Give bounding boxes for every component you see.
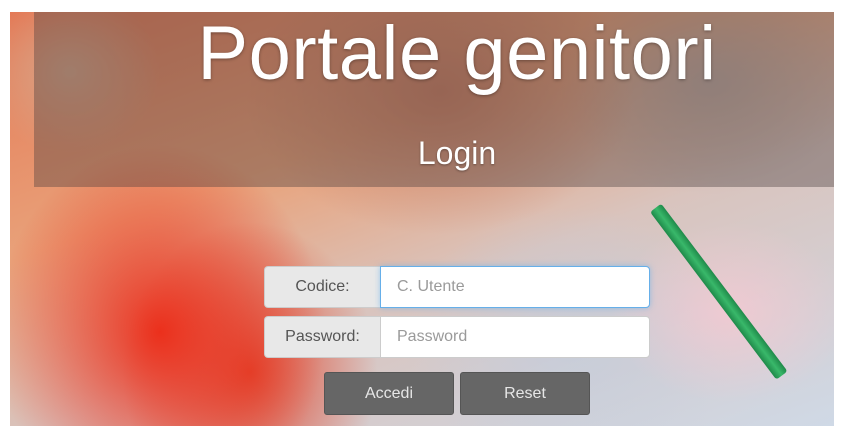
codice-label: Codice:: [264, 266, 380, 308]
codice-field-group: Codice:: [264, 266, 650, 308]
page-subtitle: Login: [417, 135, 497, 171]
password-input[interactable]: [380, 316, 650, 358]
page-title: Portale genitori: [197, 11, 717, 96]
codice-input[interactable]: [380, 266, 650, 308]
accedi-button[interactable]: Accedi: [324, 372, 454, 415]
password-label: Password:: [264, 316, 380, 358]
reset-button[interactable]: Reset: [460, 372, 590, 415]
password-field-group: Password:: [264, 316, 650, 358]
login-page: Portale genitori Login Codice: Password:…: [0, 0, 842, 428]
